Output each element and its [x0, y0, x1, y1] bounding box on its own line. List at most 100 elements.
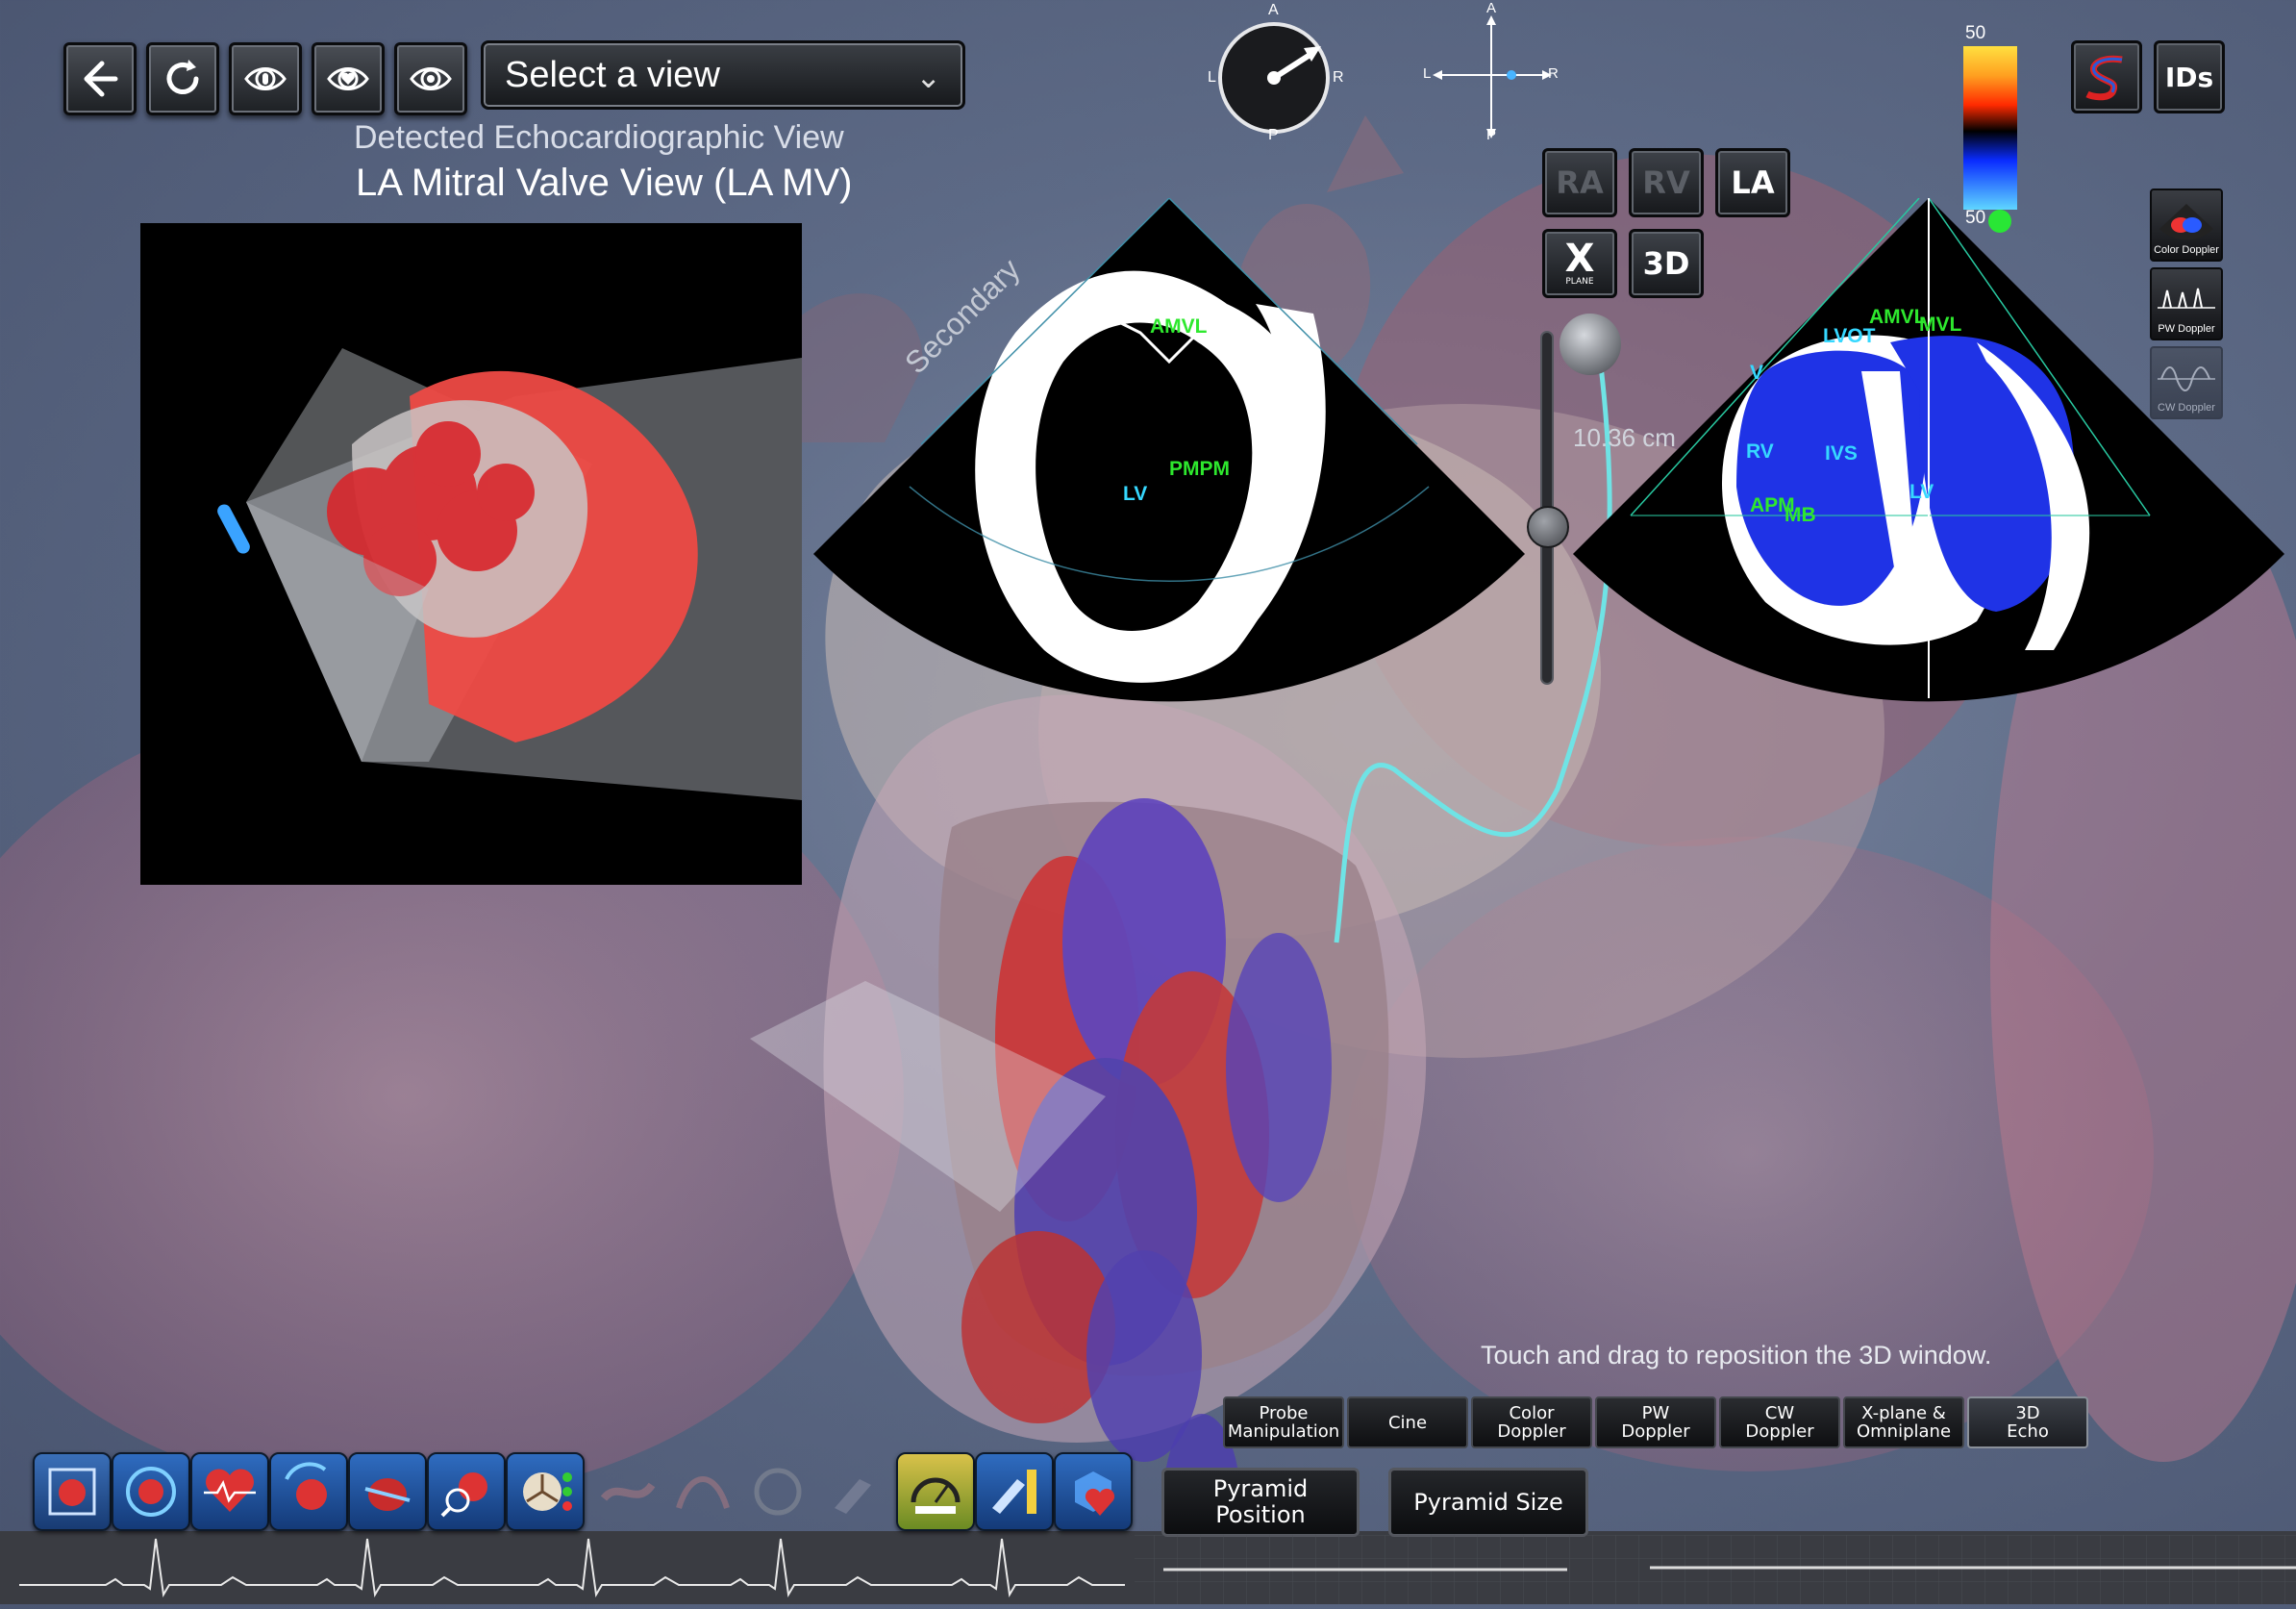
module-vessel[interactable]: [588, 1452, 667, 1531]
heart-magnify-icon: [440, 1472, 487, 1518]
view-body-button[interactable]: [229, 42, 302, 115]
module-gauge-meter[interactable]: [896, 1452, 975, 1531]
ids-button[interactable]: IDs: [2154, 40, 2225, 113]
heart-rotate-icon: [285, 1462, 327, 1510]
echo-label-pmpm: PMPM: [1169, 458, 1230, 480]
compass-label-p: P: [1268, 127, 1279, 143]
probe-crosshair[interactable]: A P L R: [1419, 0, 1563, 144]
ecg-strip: [0, 1535, 2296, 1604]
back-button[interactable]: [63, 42, 137, 115]
module-heart-valve[interactable]: [506, 1452, 585, 1531]
echo-label-v: V: [1750, 362, 1763, 384]
heart-box-icon: [48, 1468, 96, 1516]
gauge-icon: [754, 1468, 802, 1516]
cw-doppler-mode[interactable]: CW Doppler: [2150, 346, 2223, 419]
color-doppler-icon: [2159, 204, 2213, 240]
module-heart-ring[interactable]: [112, 1452, 190, 1531]
depth-slider-handle[interactable]: [1527, 506, 1569, 549]
echo-primary-view[interactable]: AMVL PMPM LV: [813, 197, 1525, 702]
tab-3d-echo[interactable]: 3D Echo: [1967, 1396, 2088, 1448]
s-logo-button[interactable]: [2071, 40, 2142, 113]
module-heart-magnify[interactable]: [427, 1452, 506, 1531]
probe-icon: [835, 1479, 871, 1514]
module-heart-rotate[interactable]: [269, 1452, 348, 1531]
pw-doppler-mode[interactable]: PW Doppler: [2150, 267, 2223, 340]
cw-doppler-label: CW Doppler: [2158, 402, 2215, 414]
probe-ruler-icon: [992, 1470, 1036, 1514]
detected-view-subtitle: Detected Echocardiographic View: [354, 119, 844, 156]
color-scale-bottom-value: 50: [1965, 208, 1986, 228]
echo-label-mvl: MVL: [1919, 314, 1962, 336]
orientation-compass[interactable]: A P L R: [1204, 2, 1344, 148]
echo-label-mb: MB: [1784, 504, 1816, 526]
crosshair-label-l: L: [1423, 65, 1432, 82]
color-scale-top-value: 50: [1965, 23, 1986, 43]
compass-label-l: L: [1208, 69, 1216, 86]
view-select-value: Select a view: [505, 54, 720, 95]
module-probe-ruler[interactable]: [975, 1452, 1054, 1531]
echo-label-lvot: LVOT: [1823, 325, 1876, 347]
view-eye-button[interactable]: [394, 42, 467, 115]
color-scale: [1963, 46, 2017, 210]
vessel-icon: [600, 1482, 656, 1501]
tab-cw-doppler[interactable]: CW Doppler: [1719, 1396, 1840, 1448]
view-select[interactable]: Select a view ⌄: [481, 40, 965, 110]
pw-doppler-label: PW Doppler: [2158, 323, 2215, 335]
view-3d-button[interactable]: 3D: [1629, 229, 1704, 298]
cw-doppler-icon: [2158, 366, 2215, 391]
heart-section-icon: [364, 1478, 411, 1511]
tab-cine[interactable]: Cine: [1347, 1396, 1468, 1448]
module-cube-heart[interactable]: [1054, 1452, 1133, 1531]
back-arrow-icon: [84, 61, 118, 97]
eye-icon: [410, 67, 452, 90]
module-heart-box[interactable]: [33, 1452, 112, 1531]
reposition-hint: Touch and drag to reposition the 3D wind…: [1481, 1341, 1992, 1370]
doppler-status-dot: [1988, 210, 2011, 233]
tab-probe-manipulation[interactable]: Probe Manipulation: [1223, 1396, 1344, 1448]
tab-pw-doppler[interactable]: PW Doppler: [1595, 1396, 1716, 1448]
eye-body-icon: [244, 67, 287, 90]
probe-knob[interactable]: [1560, 314, 1621, 375]
pyramid-size-button[interactable]: Pyramid Size: [1388, 1468, 1588, 1537]
pyramid-3d-window[interactable]: [140, 223, 802, 885]
eye-heart-icon: [327, 67, 369, 90]
echo-label-ivs: IVS: [1825, 442, 1858, 465]
refresh-icon: [166, 60, 199, 94]
heart-ring-icon: [126, 1467, 176, 1517]
s-logo-icon: [2085, 55, 2123, 101]
curve-icon: [676, 1476, 730, 1509]
module-heart-section[interactable]: [348, 1452, 427, 1531]
xplane-button[interactable]: X PLANE: [1542, 229, 1617, 298]
chevron-down-icon: ⌄: [915, 60, 941, 94]
pyramid-position-button[interactable]: Pyramid Position: [1161, 1468, 1360, 1537]
echo-label-rv: RV: [1746, 440, 1774, 463]
view-heart-button[interactable]: [312, 42, 385, 115]
reset-button[interactable]: [146, 42, 219, 115]
echo-primary-image: AMVL PMPM LV: [813, 197, 1525, 702]
module-heart-pulse[interactable]: [190, 1452, 269, 1531]
gauge-meter-icon: [911, 1477, 961, 1514]
color-doppler-mode[interactable]: Color Doppler: [2150, 189, 2223, 262]
color-doppler-label: Color Doppler: [2154, 244, 2219, 256]
heart-pulse-icon: [204, 1469, 256, 1512]
view-rv-button[interactable]: RV: [1629, 148, 1704, 217]
view-ra-button[interactable]: RA: [1542, 148, 1617, 217]
view-la-button[interactable]: LA: [1715, 148, 1790, 217]
xplane-sublabel: PLANE: [1565, 277, 1594, 287]
echo-label-amvl: AMVL: [1150, 315, 1208, 338]
pyramid-3d-render: [217, 348, 802, 800]
detected-view-title: LA Mitral Valve View (LA MV): [356, 162, 853, 204]
pw-doppler-icon: [2158, 288, 2215, 309]
depth-value: 10.36 cm: [1573, 423, 1676, 452]
tab-xplane-omniplane[interactable]: X-plane & Omniplane: [1843, 1396, 1964, 1448]
crosshair-label-p: P: [1486, 127, 1497, 143]
module-curve[interactable]: [663, 1452, 742, 1531]
crosshair-label-r: R: [1548, 65, 1559, 82]
cube-heart-icon: [1075, 1471, 1115, 1516]
compass-label-r: R: [1333, 69, 1344, 86]
module-gauge[interactable]: [738, 1452, 817, 1531]
heart-valve-icon: [523, 1472, 572, 1511]
tab-color-doppler[interactable]: Color Doppler: [1471, 1396, 1592, 1448]
module-probe[interactable]: [813, 1452, 892, 1531]
echo-label-lv-right: LV: [1909, 481, 1934, 503]
